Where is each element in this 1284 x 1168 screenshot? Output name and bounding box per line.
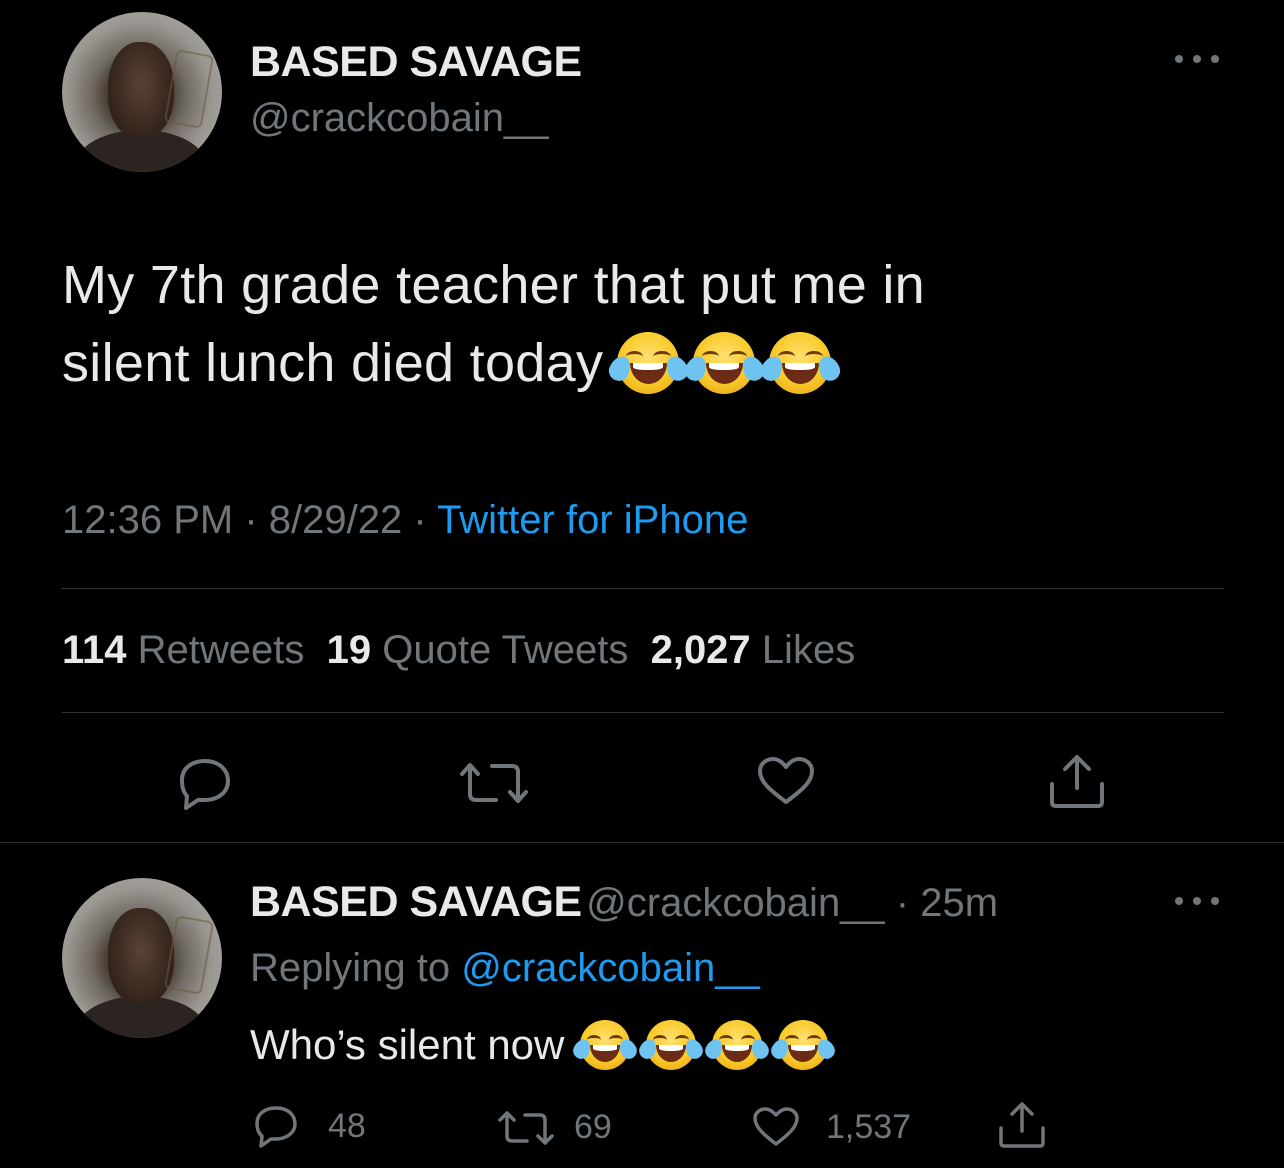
divider: [0, 842, 1284, 843]
divider: [62, 588, 1224, 589]
more-icon[interactable]: [1170, 44, 1224, 74]
tweet-text-line-2: silent lunch died today: [62, 333, 604, 393]
replying-to-handle[interactable]: @crackcobain__: [461, 946, 760, 990]
share-icon[interactable]: [1046, 752, 1108, 815]
quotes-count: 19: [326, 628, 372, 672]
retweets-label: Retweets: [137, 628, 305, 672]
replying-to: Replying to @crackcobain__: [250, 946, 760, 991]
avatar[interactable]: [62, 12, 222, 172]
reply-avatar[interactable]: [62, 878, 222, 1038]
avatar-stamp: [163, 49, 215, 129]
replying-to-label: Replying to: [250, 946, 462, 990]
reply-share-icon[interactable]: [996, 1100, 1048, 1155]
display-name[interactable]: BASED SAVAGE: [250, 38, 582, 87]
tweet-text-line: My 7th grade teacher that put me in: [62, 255, 925, 315]
quotes-label: Quote Tweets: [382, 628, 629, 672]
tweet-date[interactable]: 8/29/22: [269, 498, 402, 542]
tweet-source[interactable]: Twitter for iPhone: [437, 498, 748, 542]
quotes-stat[interactable]: 19 Quote Tweets: [327, 628, 629, 672]
reply-display-name[interactable]: BASED SAVAGE: [250, 878, 582, 926]
like-icon[interactable]: [756, 756, 816, 811]
tears-of-joy-emoji: [681, 332, 768, 394]
reply-age[interactable]: 25m: [920, 881, 998, 925]
divider: [62, 712, 1224, 713]
retweets-count: 114: [62, 628, 127, 672]
reply-separator: ·: [884, 881, 921, 925]
like-count: 1,537: [826, 1107, 912, 1146]
avatar-face: [108, 908, 174, 1004]
reply-icon[interactable]: [174, 756, 236, 815]
reply-text: Who’s silent now: [250, 1020, 838, 1070]
reply-count: 48: [328, 1106, 366, 1145]
reply-reply-action[interactable]: 48: [252, 1104, 366, 1148]
tears-of-joy-emoji: [757, 332, 844, 394]
tweet-time[interactable]: 12:36 PM: [62, 498, 233, 542]
retweet-icon[interactable]: [456, 760, 532, 811]
reply-text-content: Who’s silent now: [250, 1021, 565, 1068]
tears-of-joy-emoji: [702, 1020, 772, 1070]
reply-like-action[interactable]: 1,537: [752, 1106, 911, 1148]
tweet-text-line: silent lunch died today: [62, 324, 1242, 402]
tweet-meta: 12:36 PM · 8/29/22 · Twitter for iPhone: [62, 498, 748, 543]
avatar-face: [108, 42, 174, 138]
retweets-stat[interactable]: 114 Retweets: [62, 628, 304, 672]
reply-more-icon[interactable]: [1170, 886, 1224, 916]
reply-icon: [255, 1106, 297, 1148]
retweet-icon: [498, 1110, 554, 1145]
tears-of-joy-emoji: [768, 1020, 838, 1070]
tweet-text: My 7th grade teacher that put me in sile…: [62, 246, 1242, 402]
user-handle[interactable]: @crackcobain__: [250, 96, 549, 141]
reply-handle[interactable]: @crackcobain__: [586, 881, 885, 925]
meta-separator: ·: [233, 498, 269, 542]
tears-of-joy-emoji: [605, 332, 692, 394]
likes-stat[interactable]: 2,027 Likes: [651, 628, 856, 672]
likes-count: 2,027: [650, 628, 751, 672]
retweet-count: 69: [574, 1108, 612, 1146]
avatar-stamp: [163, 915, 215, 995]
tears-of-joy-emoji: [636, 1020, 706, 1070]
reply-header: BASED SAVAGE @crackcobain__ · 25m: [250, 878, 998, 927]
reply-retweet-action[interactable]: 69: [496, 1108, 612, 1147]
tweet-stats: 114 Retweets 19 Quote Tweets 2,027 Likes: [62, 628, 855, 673]
like-icon: [753, 1107, 799, 1146]
likes-label: Likes: [761, 628, 856, 672]
tears-of-joy-emoji: [570, 1020, 640, 1070]
meta-separator: ·: [402, 498, 438, 542]
